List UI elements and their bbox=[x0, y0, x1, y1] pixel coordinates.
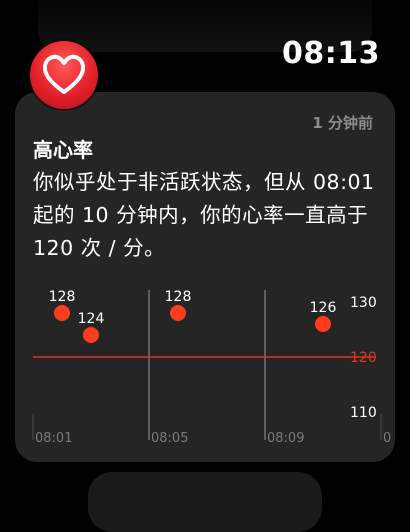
y-tick-label: 120 bbox=[350, 350, 377, 366]
background-card-bottom bbox=[88, 472, 322, 532]
data-point bbox=[54, 305, 70, 321]
y-tick-label: 130 bbox=[350, 295, 377, 311]
x-tick-label: 08:01 bbox=[35, 431, 72, 446]
data-label: 124 bbox=[78, 311, 105, 327]
notification-card[interactable]: 1 分钟前 高心率 你似乎处于非活跃状态，但从 08:01 起的 10 分钟内，… bbox=[15, 92, 395, 462]
x-tick-label-cropped: 0 bbox=[383, 431, 391, 446]
data-point bbox=[170, 305, 186, 321]
notification-time-ago: 1 分钟前 bbox=[312, 114, 373, 132]
data-label: 128 bbox=[49, 289, 76, 305]
heart-icon bbox=[42, 54, 86, 94]
data-label: 128 bbox=[165, 289, 192, 305]
data-point bbox=[83, 327, 99, 343]
notification-message: 你似乎处于非活跃状态，但从 08:01 起的 10 分钟内，你的心率一直高于 1… bbox=[33, 170, 375, 260]
notification-title: 高心率 bbox=[33, 138, 93, 162]
heart-rate-chart: 08:01 08:05 08:09 0 130120110 128124128126 bbox=[32, 289, 391, 446]
data-point bbox=[315, 316, 331, 332]
data-label: 126 bbox=[310, 300, 337, 316]
app-icon[interactable] bbox=[30, 41, 98, 109]
status-time: 08:13 bbox=[282, 36, 380, 71]
x-tick-label: 08:05 bbox=[151, 431, 188, 446]
y-tick-label: 110 bbox=[350, 405, 377, 421]
x-tick-label: 08:09 bbox=[267, 431, 304, 446]
